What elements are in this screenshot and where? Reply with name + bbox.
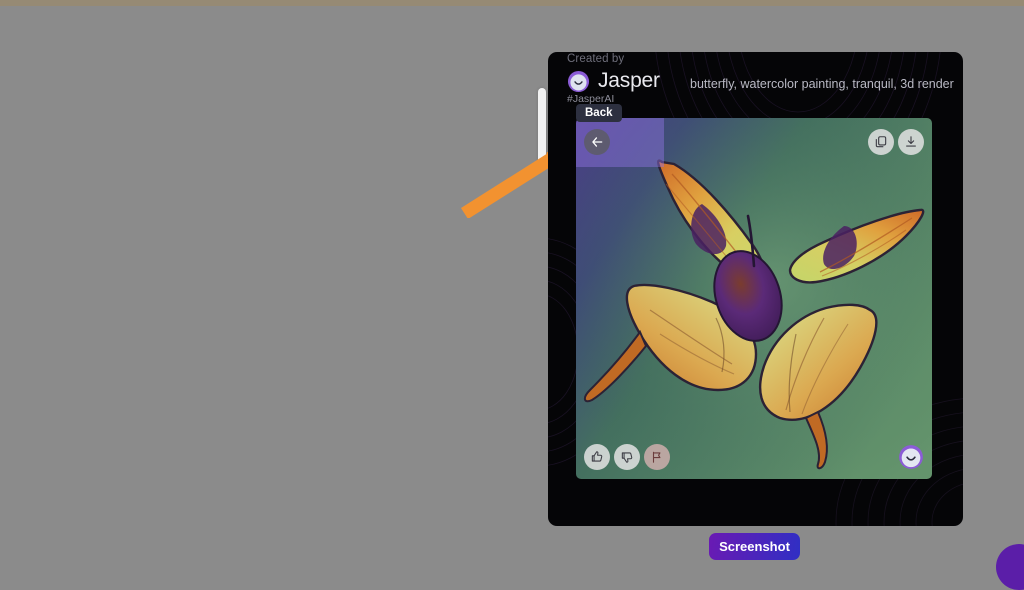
modal-content: Created by Jasper #JasperAI butterfly, w… <box>548 52 963 526</box>
create-label: Create <box>486 99 529 115</box>
page-title: Art <box>22 20 58 48</box>
flag-icon <box>652 451 661 463</box>
back-button[interactable] <box>584 129 610 155</box>
header-actions: Getting started & help Show history <box>720 19 1024 51</box>
thumbs-down-icon <box>621 452 633 463</box>
artwork-butterfly-image <box>576 118 932 479</box>
scrim-top-strip <box>0 0 1024 6</box>
prompt-text: butterfly, watercolor painting, tranquil… <box>690 77 954 91</box>
back-arrow-icon <box>592 137 603 147</box>
clear-input-button[interactable]: Clear input <box>200 93 321 121</box>
give-it-a-whirl-button[interactable]: Give it a whirl <box>334 93 457 121</box>
thumbs-up-button[interactable] <box>584 444 610 470</box>
created-by-label: Created by <box>567 53 625 65</box>
screenshot-button[interactable]: Screenshot <box>709 533 800 560</box>
author-name: Jasper <box>598 69 660 92</box>
screenshot-label: Screenshot <box>719 539 790 554</box>
author-row: Jasper <box>567 69 660 93</box>
give-it-a-whirl-label: Give it a whirl <box>351 99 440 115</box>
composer-actions: Clear input Give it a whirl Create <box>200 93 566 121</box>
thumbs-up-icon <box>591 451 603 462</box>
clear-input-label: Clear input <box>235 99 306 115</box>
clock-icon <box>928 28 941 42</box>
copy-button[interactable] <box>868 129 894 155</box>
artwork-frame[interactable] <box>576 118 932 479</box>
copy-icon <box>875 136 887 148</box>
getting-started-help-label: Getting started & help <box>738 27 880 43</box>
getting-started-help-button[interactable]: Getting started & help <box>720 19 898 51</box>
close-icon <box>216 103 225 111</box>
download-icon <box>906 136 916 147</box>
modal-drag-rail[interactable] <box>538 88 546 168</box>
prompt-input[interactable] <box>100 44 517 80</box>
back-tooltip: Back <box>576 104 622 122</box>
download-button[interactable] <box>898 129 924 155</box>
jasper-avatar-icon <box>567 70 590 92</box>
show-history-label: Show history <box>951 27 1024 43</box>
show-history-button[interactable]: Show history <box>909 19 1024 51</box>
thumbs-down-button[interactable] <box>614 444 640 470</box>
jasper-badge-icon[interactable] <box>898 444 924 470</box>
report-button[interactable] <box>644 444 670 470</box>
artwork-detail-modal: Created by Jasper #JasperAI butterfly, w… <box>548 52 963 526</box>
